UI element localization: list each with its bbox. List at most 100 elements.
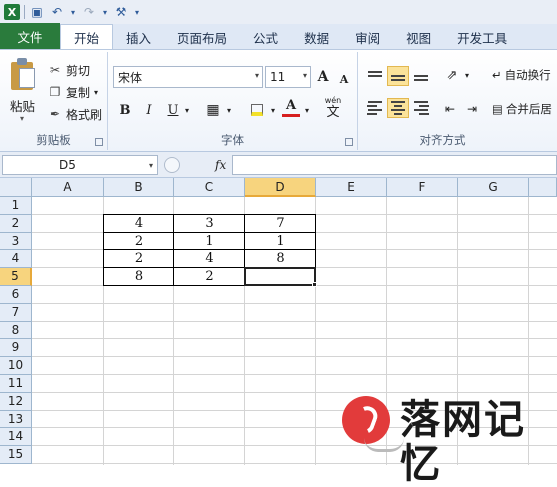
- cell-d4[interactable]: 8: [245, 250, 316, 268]
- column-header-f[interactable]: F: [387, 178, 458, 197]
- row-header-8[interactable]: 8: [0, 321, 32, 340]
- tab-formulas[interactable]: 公式: [240, 25, 291, 49]
- align-middle-icon[interactable]: [387, 66, 409, 86]
- cell-c3[interactable]: 1: [174, 233, 245, 251]
- name-box[interactable]: D5 ▾: [2, 155, 158, 175]
- undo-dropdown-icon[interactable]: ▾: [69, 4, 77, 20]
- border-dropdown-icon[interactable]: ▾: [224, 99, 234, 121]
- align-left-icon[interactable]: [364, 98, 386, 118]
- column-header-c[interactable]: C: [174, 178, 245, 197]
- customize-qat-icon[interactable]: ▾: [133, 4, 141, 20]
- cell-d2[interactable]: 7: [245, 215, 316, 233]
- active-cell-cursor[interactable]: [244, 267, 316, 286]
- formula-input[interactable]: [232, 155, 557, 175]
- tab-insert[interactable]: 插入: [113, 25, 164, 49]
- font-size-select[interactable]: 11 ▾: [265, 66, 311, 88]
- row-header-1[interactable]: 1: [0, 197, 32, 215]
- redo-icon[interactable]: ↷: [81, 4, 97, 20]
- row-header-4[interactable]: 4: [0, 250, 32, 269]
- orientation-dropdown-icon[interactable]: ▾: [462, 64, 472, 86]
- increase-indent-icon[interactable]: ⇥: [462, 98, 482, 120]
- phonetic-button[interactable]: wén 文: [318, 94, 348, 122]
- grow-font-button[interactable]: A: [314, 66, 332, 88]
- column-header-g[interactable]: G: [458, 178, 529, 197]
- row-header-6[interactable]: 6: [0, 286, 32, 304]
- gridline-row: [32, 302, 557, 304]
- align-right-icon[interactable]: [410, 98, 432, 118]
- row-header-12[interactable]: 12: [0, 392, 32, 411]
- decrease-indent-icon[interactable]: ⇤: [440, 98, 460, 120]
- cell-b3[interactable]: 2: [104, 233, 174, 251]
- font-color-button[interactable]: A: [282, 97, 300, 117]
- paste-button[interactable]: 粘贴: [10, 96, 35, 115]
- quick-access-toolbar: X ▣ ↶ ▾ ↷ ▾ ⚒ ▾: [0, 0, 557, 24]
- insert-function-icon[interactable]: fx: [215, 158, 226, 172]
- cell-c5[interactable]: 2: [174, 268, 245, 286]
- bold-button[interactable]: B: [116, 99, 134, 121]
- row-header-7[interactable]: 7: [0, 303, 32, 322]
- align-top-icon[interactable]: [364, 66, 386, 86]
- tools-icon[interactable]: ⚒: [113, 4, 129, 20]
- cell-d3[interactable]: 1: [245, 233, 316, 251]
- save-icon[interactable]: ▣: [29, 4, 45, 20]
- paste-dropdown-icon[interactable]: ▾: [20, 114, 24, 123]
- font-name-select[interactable]: 宋体 ▾: [113, 66, 263, 88]
- row-header-11[interactable]: 11: [0, 375, 32, 393]
- underline-button[interactable]: U: [164, 99, 182, 121]
- column-header-a[interactable]: A: [32, 178, 104, 197]
- excel-logo-icon[interactable]: X: [4, 4, 20, 20]
- row-header-5[interactable]: 5: [0, 268, 32, 286]
- font-color-icon: A: [285, 98, 297, 113]
- copy-button[interactable]: ❐ 复制 ▾: [48, 82, 98, 102]
- font-color-dropdown-icon[interactable]: ▾: [302, 99, 312, 121]
- undo-icon[interactable]: ↶: [49, 4, 65, 20]
- font-launcher-icon[interactable]: [345, 138, 353, 146]
- align-bottom-icon[interactable]: [410, 66, 432, 86]
- cell-c4[interactable]: 4: [174, 250, 245, 268]
- column-header-partial[interactable]: [529, 178, 557, 197]
- fill-handle[interactable]: [312, 282, 317, 287]
- row-header-9[interactable]: 9: [0, 339, 32, 358]
- align-center-icon[interactable]: [387, 98, 409, 118]
- row-header-10[interactable]: 10: [0, 357, 32, 375]
- row-header-2[interactable]: 2: [0, 214, 32, 233]
- tab-review[interactable]: 审阅: [342, 25, 393, 49]
- tab-data[interactable]: 数据: [291, 25, 342, 49]
- row-header-14[interactable]: 14: [0, 428, 32, 447]
- cell-b4[interactable]: 2: [104, 250, 174, 268]
- merge-center-button[interactable]: ▤ 合并后居: [492, 98, 557, 120]
- merge-icon: ▤: [492, 102, 503, 116]
- format-painter-button[interactable]: ✒ 格式刷: [48, 104, 102, 124]
- row-header-3[interactable]: 3: [0, 232, 32, 251]
- border-icon[interactable]: ▦: [204, 99, 222, 121]
- tab-home[interactable]: 开始: [60, 24, 114, 49]
- cut-button[interactable]: ✂ 剪切: [48, 60, 90, 80]
- cell-b2[interactable]: 4: [104, 215, 174, 233]
- tab-page-layout[interactable]: 页面布局: [164, 25, 240, 49]
- wrap-text-button[interactable]: ↵ 自动换行: [492, 64, 557, 86]
- tab-file[interactable]: 文件: [0, 23, 60, 49]
- fill-color-dropdown-icon[interactable]: ▾: [268, 99, 278, 121]
- formula-bar: D5 ▾ fx: [0, 152, 557, 178]
- row-header-13[interactable]: 13: [0, 410, 32, 429]
- italic-button[interactable]: I: [140, 99, 158, 121]
- cut-label: 剪切: [66, 63, 91, 78]
- cell-b5[interactable]: 8: [104, 268, 174, 286]
- underline-dropdown-icon[interactable]: ▾: [182, 99, 192, 121]
- clipboard-launcher-icon[interactable]: [95, 138, 103, 146]
- tab-developer[interactable]: 开发工具: [444, 25, 520, 49]
- cell-c2[interactable]: 3: [174, 215, 245, 233]
- select-all-corner[interactable]: [0, 178, 32, 197]
- column-header-d[interactable]: D: [245, 178, 316, 197]
- fill-color-icon[interactable]: [248, 99, 266, 121]
- column-header-e[interactable]: E: [316, 178, 387, 197]
- redo-dropdown-icon[interactable]: ▾: [101, 4, 109, 20]
- row-header-15[interactable]: 15: [0, 446, 32, 464]
- column-header-b[interactable]: B: [104, 178, 174, 197]
- orientation-icon[interactable]: ⇗: [442, 64, 462, 86]
- tab-view[interactable]: 视图: [393, 25, 444, 49]
- paste-icon[interactable]: [9, 58, 37, 90]
- copy-dropdown-icon[interactable]: ▾: [94, 88, 98, 97]
- formula-bar-expand-icon[interactable]: [164, 157, 180, 173]
- shrink-font-button[interactable]: A: [336, 68, 352, 90]
